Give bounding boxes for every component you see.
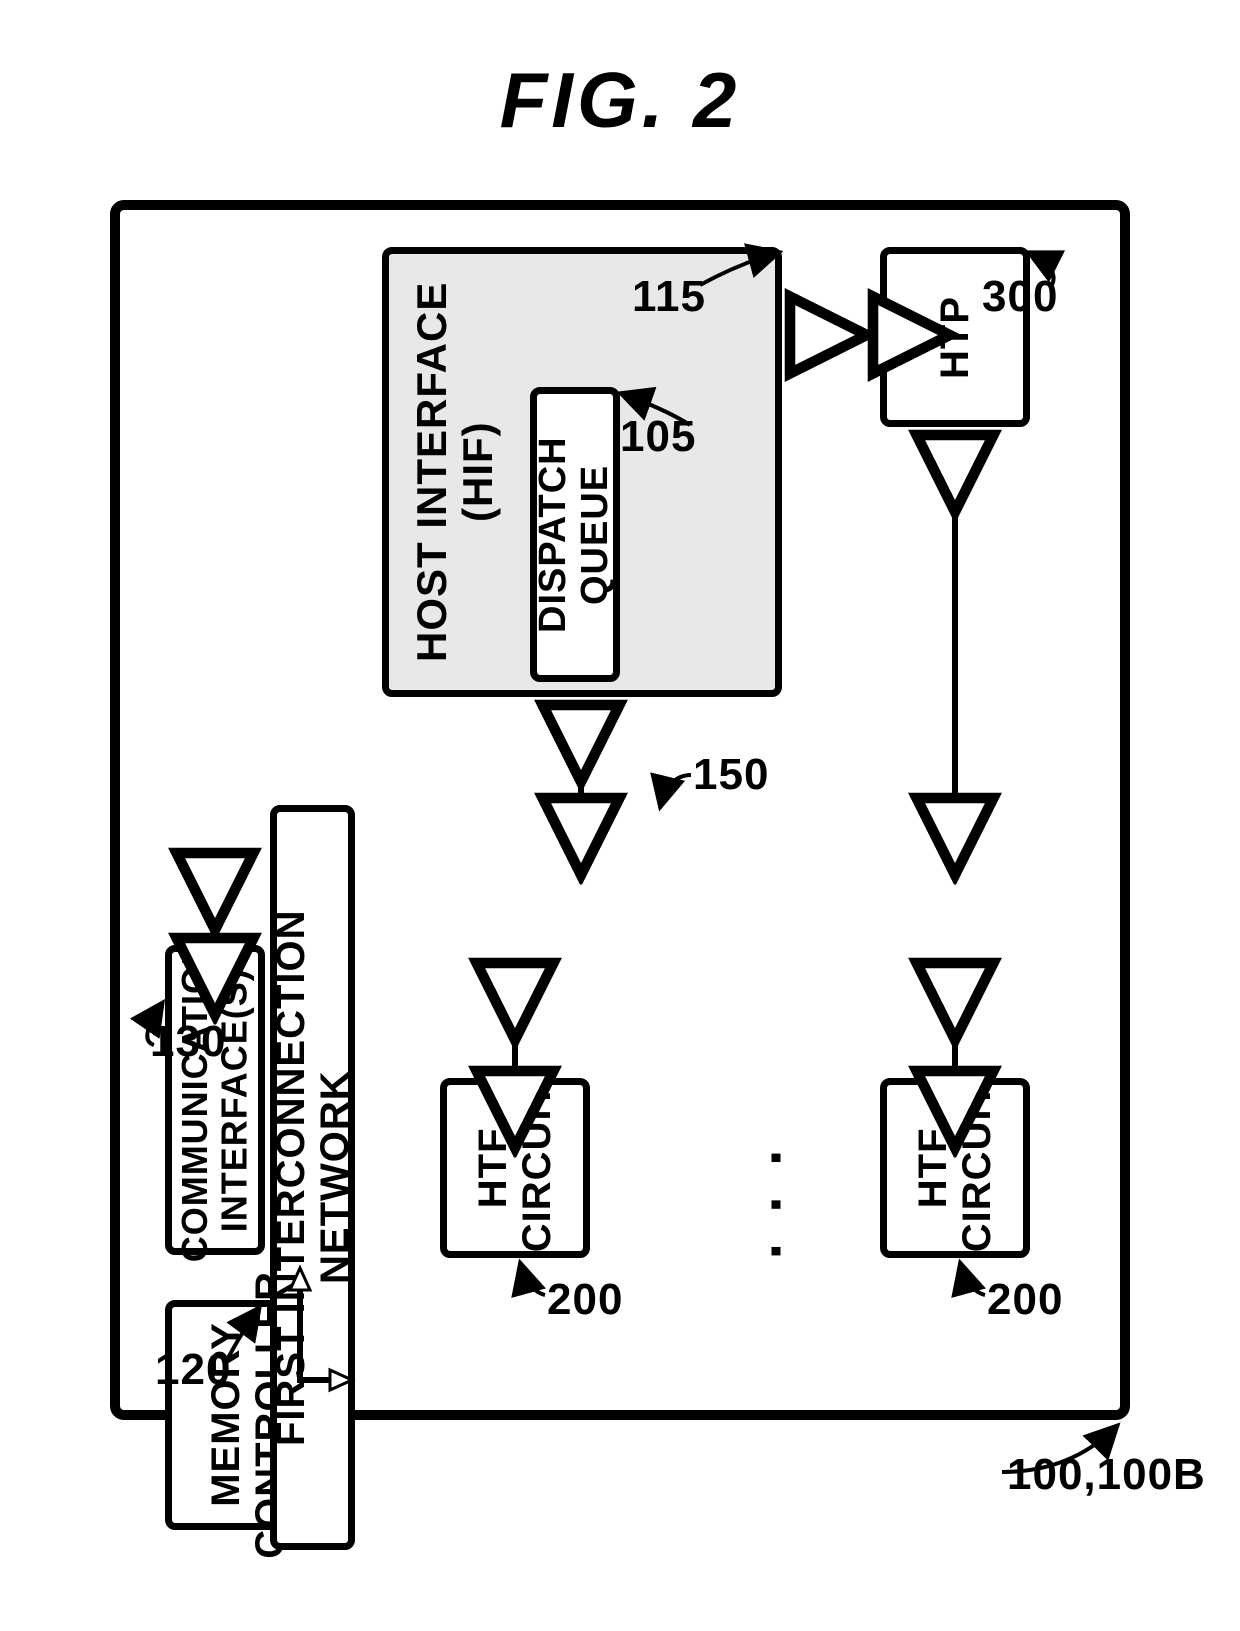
- block-comm-interface: COMMUNICATION INTERFACE(S): [165, 945, 265, 1255]
- ref-htf1: 200: [547, 1275, 623, 1325]
- ref-net: 150: [693, 750, 769, 800]
- figure-title: FIG. 2: [0, 55, 1240, 146]
- block-dispatch-queue: DISPATCH QUEUE: [530, 387, 620, 682]
- ref-htp: 300: [982, 272, 1058, 322]
- label-htf-1: HTF CIRCUIT: [471, 1083, 559, 1252]
- ellipsis-icon: ...: [726, 1119, 795, 1259]
- ref-dispatch: 105: [620, 412, 696, 462]
- label-htf-2: HTF CIRCUIT: [911, 1083, 999, 1252]
- ref-hif: 115: [632, 272, 706, 322]
- label-dispatch-queue: DISPATCH QUEUE: [533, 394, 617, 675]
- block-interconnect-network: FIRST INTERCONNECTION NETWORK: [270, 805, 355, 1550]
- block-htf-circuit-2: HTF CIRCUIT: [880, 1078, 1030, 1258]
- ref-mem-ctrl: 120: [155, 1345, 231, 1395]
- ref-htf2: 200: [987, 1275, 1063, 1325]
- ref-outer: 100,100B: [1007, 1450, 1206, 1500]
- ref-comm-if: 130: [150, 1017, 226, 1067]
- label-interconnect-network: FIRST INTERCONNECTION NETWORK: [269, 812, 357, 1543]
- label-host-interface: HOST INTERFACE (HIF): [409, 254, 501, 690]
- label-comm-interface: COMMUNICATION INTERFACE(S): [175, 938, 254, 1262]
- block-htf-circuit-1: HTF CIRCUIT: [440, 1078, 590, 1258]
- label-htp: HTP: [933, 296, 977, 379]
